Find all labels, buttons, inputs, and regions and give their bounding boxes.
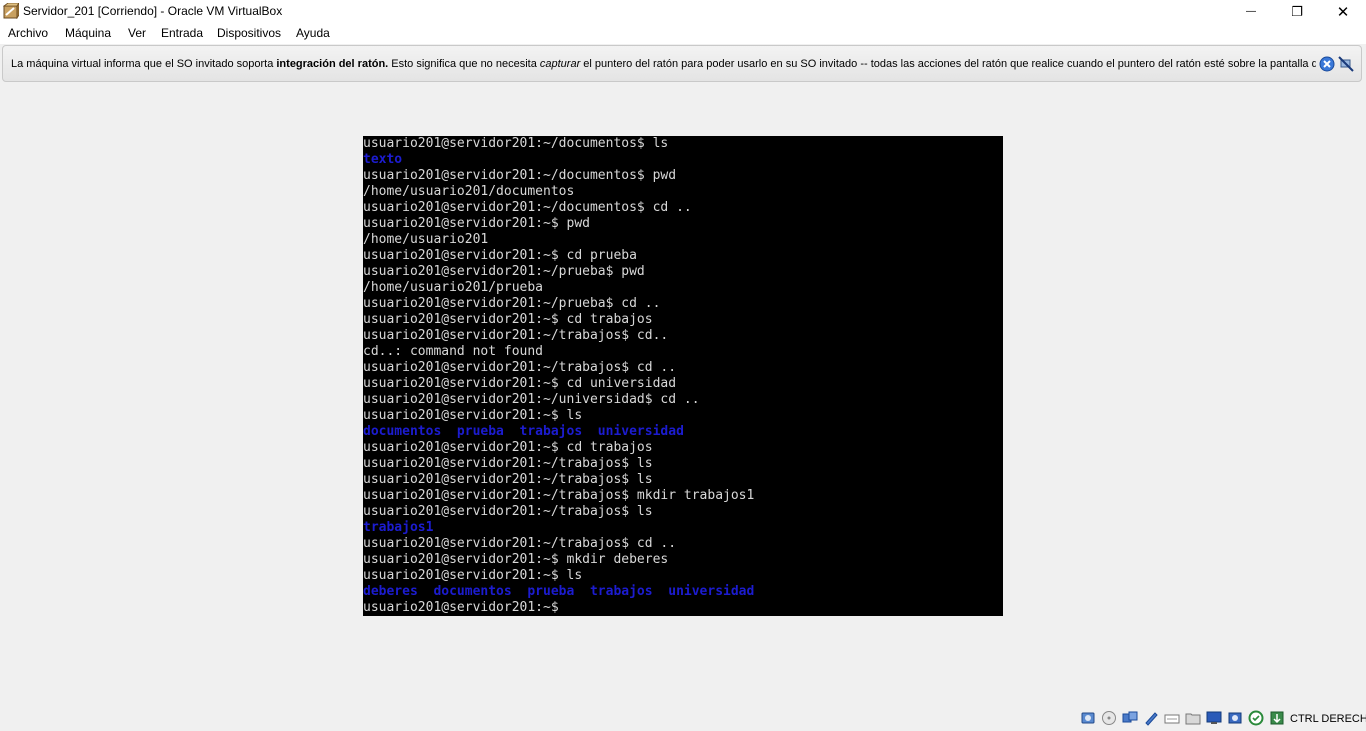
terminal-line: /home/usuario201/documentos [363, 184, 575, 199]
terminal-line: documentos prueba trabajos universidad [363, 424, 684, 439]
close-notice-icon[interactable] [1319, 56, 1335, 72]
notice-text-part: Esto significa que no necesita [388, 58, 540, 70]
status-bar [0, 706, 1366, 731]
menu-ver[interactable]: Ver [128, 26, 146, 40]
disable-notice-icon[interactable] [1338, 56, 1354, 72]
minimize-icon: — [1246, 6, 1256, 17]
window-title: Servidor_201 [Corriendo] - Oracle VM Vir… [23, 4, 283, 18]
terminal-line: usuario201@servidor201:~/trabajos$ cd .. [363, 536, 677, 551]
terminal-line: usuario201@servidor201:~/trabajos$ cd.. [363, 328, 669, 343]
notice-text-part: La máquina virtual informa que el SO inv… [11, 58, 277, 70]
hard-disk-icon[interactable] [1080, 710, 1096, 726]
close-icon: ✕ [1336, 3, 1350, 21]
notice-bold-text: integración del ratón. [276, 58, 389, 70]
minimize-button[interactable]: — [1228, 0, 1274, 23]
terminal-line: usuario201@servidor201:~/trabajos$ ls [363, 472, 653, 487]
terminal-line: /home/usuario201 [363, 232, 489, 247]
terminal-line: usuario201@servidor201:~$ cd universidad [363, 376, 677, 391]
mouse-integration-notice: La máquina virtual informa que el SO inv… [2, 45, 1362, 82]
terminal-line: usuario201@servidor201:~$ ls [363, 408, 583, 423]
terminal-line: usuario201@servidor201:~/documentos$ ls [363, 136, 669, 151]
terminal-line: usuario201@servidor201:~/prueba$ pwd [363, 264, 645, 279]
terminal-line: usuario201@servidor201:~/prueba$ cd .. [363, 296, 661, 311]
network-icon[interactable] [1143, 710, 1159, 726]
terminal-line: usuario201@servidor201:~/documentos$ cd … [363, 200, 692, 215]
terminal-line: texto [363, 152, 403, 167]
terminal-line: usuario201@servidor201:~$ cd trabajos [363, 312, 653, 327]
terminal-line: usuario201@servidor201:~$ [363, 600, 559, 615]
menu-entrada[interactable]: Entrada [161, 26, 203, 40]
menu-bar: Archivo Máquina Ver Entrada Dispositivos… [0, 23, 1366, 44]
maximize-button[interactable]: ❐ [1274, 0, 1320, 23]
vm-display[interactable]: usuario201@servidor201:~/documentos$ ls t… [363, 136, 1003, 616]
menu-maquina[interactable]: Máquina [65, 26, 111, 40]
vt-x-icon[interactable] [1248, 710, 1264, 726]
terminal-line: usuario201@servidor201:~$ ls [363, 568, 583, 583]
audio-icon[interactable] [1122, 710, 1138, 726]
virtualbox-app-icon [3, 3, 19, 19]
terminal-line: usuario201@servidor201:~/universidad$ cd… [363, 392, 700, 407]
menu-dispositivos[interactable]: Dispositivos [217, 26, 281, 40]
terminal-line: usuario201@servidor201:~/trabajos$ mkdir… [363, 488, 755, 503]
optical-drive-icon[interactable] [1101, 710, 1117, 726]
terminal-line: usuario201@servidor201:~$ pwd [363, 216, 590, 231]
notice-text-part: el puntero del ratón para poder usarlo e… [580, 58, 1316, 70]
terminal-line: usuario201@servidor201:~/trabajos$ ls [363, 456, 653, 471]
terminal-line: usuario201@servidor201:~/documentos$ pwd [363, 168, 677, 183]
mouse-integration-icon[interactable] [1269, 710, 1285, 726]
shared-folder-icon[interactable] [1185, 710, 1201, 726]
recording-icon[interactable] [1227, 710, 1243, 726]
menu-ayuda[interactable]: Ayuda [296, 26, 330, 40]
usb-icon[interactable] [1164, 710, 1180, 726]
terminal-line: usuario201@servidor201:~$ cd prueba [363, 248, 637, 263]
terminal-line: usuario201@servidor201:~/trabajos$ ls [363, 504, 653, 519]
terminal-line: usuario201@servidor201:~/trabajos$ cd .. [363, 360, 677, 375]
terminal-output: usuario201@servidor201:~/documentos$ ls t… [363, 136, 1003, 616]
host-key-label: CTRL DERECHA [1290, 713, 1366, 725]
close-button[interactable]: ✕ [1320, 0, 1366, 23]
display-icon[interactable] [1206, 710, 1222, 726]
terminal-line: cd..: command not found [363, 344, 544, 359]
terminal-line: usuario201@servidor201:~$ mkdir deberes [363, 552, 669, 567]
terminal-line: usuario201@servidor201:~$ cd trabajos [363, 440, 653, 455]
notice-message: La máquina virtual informa que el SO inv… [11, 58, 1316, 70]
terminal-line: deberes documentos prueba trabajos unive… [363, 584, 755, 599]
menu-archivo[interactable]: Archivo [8, 26, 48, 40]
terminal-line: trabajos1 [363, 520, 434, 535]
restore-icon: ❐ [1291, 3, 1303, 19]
terminal-line: /home/usuario201/prueba [363, 280, 544, 295]
notice-italic-text: capturar [539, 58, 581, 70]
title-bar[interactable]: Servidor_201 [Corriendo] - Oracle VM Vir… [0, 0, 1366, 23]
